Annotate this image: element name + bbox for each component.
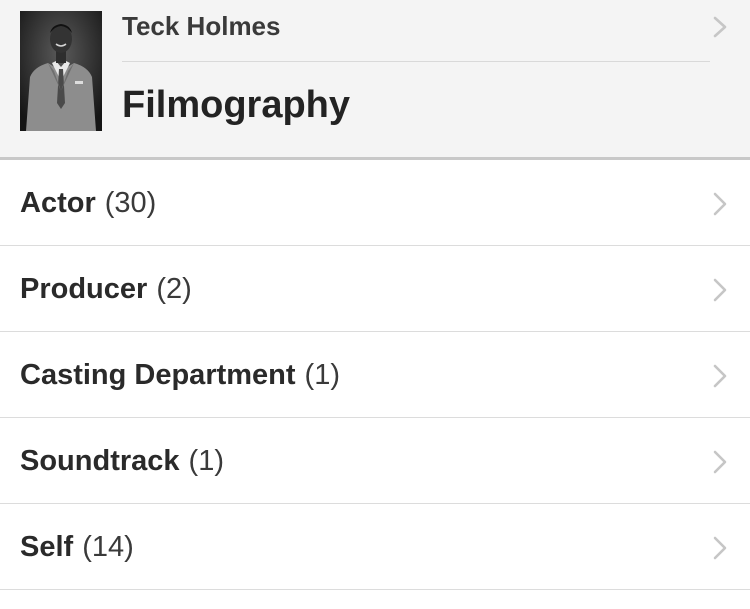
- page-title: Filmography: [122, 84, 351, 126]
- chevron-right-icon: [713, 450, 727, 474]
- list-item-actor[interactable]: Actor (30): [0, 160, 750, 246]
- list-item-producer[interactable]: Producer (2): [0, 246, 750, 332]
- category-count: (14): [82, 530, 134, 563]
- category-count: (1): [304, 358, 340, 391]
- list-item-self[interactable]: Self (14): [0, 504, 750, 590]
- chevron-right-icon[interactable]: [712, 16, 728, 38]
- filmography-category-list: Actor (30) Producer (2) Casting Departme…: [0, 160, 750, 590]
- person-name: Teck Holmes: [122, 11, 281, 41]
- header[interactable]: Teck Holmes Filmography: [0, 0, 750, 160]
- header-divider: [122, 61, 710, 62]
- chevron-right-icon: [713, 536, 727, 560]
- category-count: (1): [188, 444, 224, 477]
- category-label: Actor: [20, 186, 96, 219]
- category-count: (30): [104, 186, 157, 219]
- category-label: Self: [20, 530, 74, 563]
- category-label: Producer: [20, 272, 148, 305]
- category-count: (2): [156, 272, 192, 305]
- category-label: Soundtrack: [20, 444, 180, 477]
- list-item-soundtrack[interactable]: Soundtrack (1): [0, 418, 750, 504]
- list-item-casting-department[interactable]: Casting Department (1): [0, 332, 750, 418]
- chevron-right-icon: [713, 364, 727, 388]
- chevron-right-icon: [713, 192, 727, 216]
- chevron-right-icon: [713, 278, 727, 302]
- category-label: Casting Department: [20, 358, 296, 391]
- profile-photo: [20, 11, 102, 131]
